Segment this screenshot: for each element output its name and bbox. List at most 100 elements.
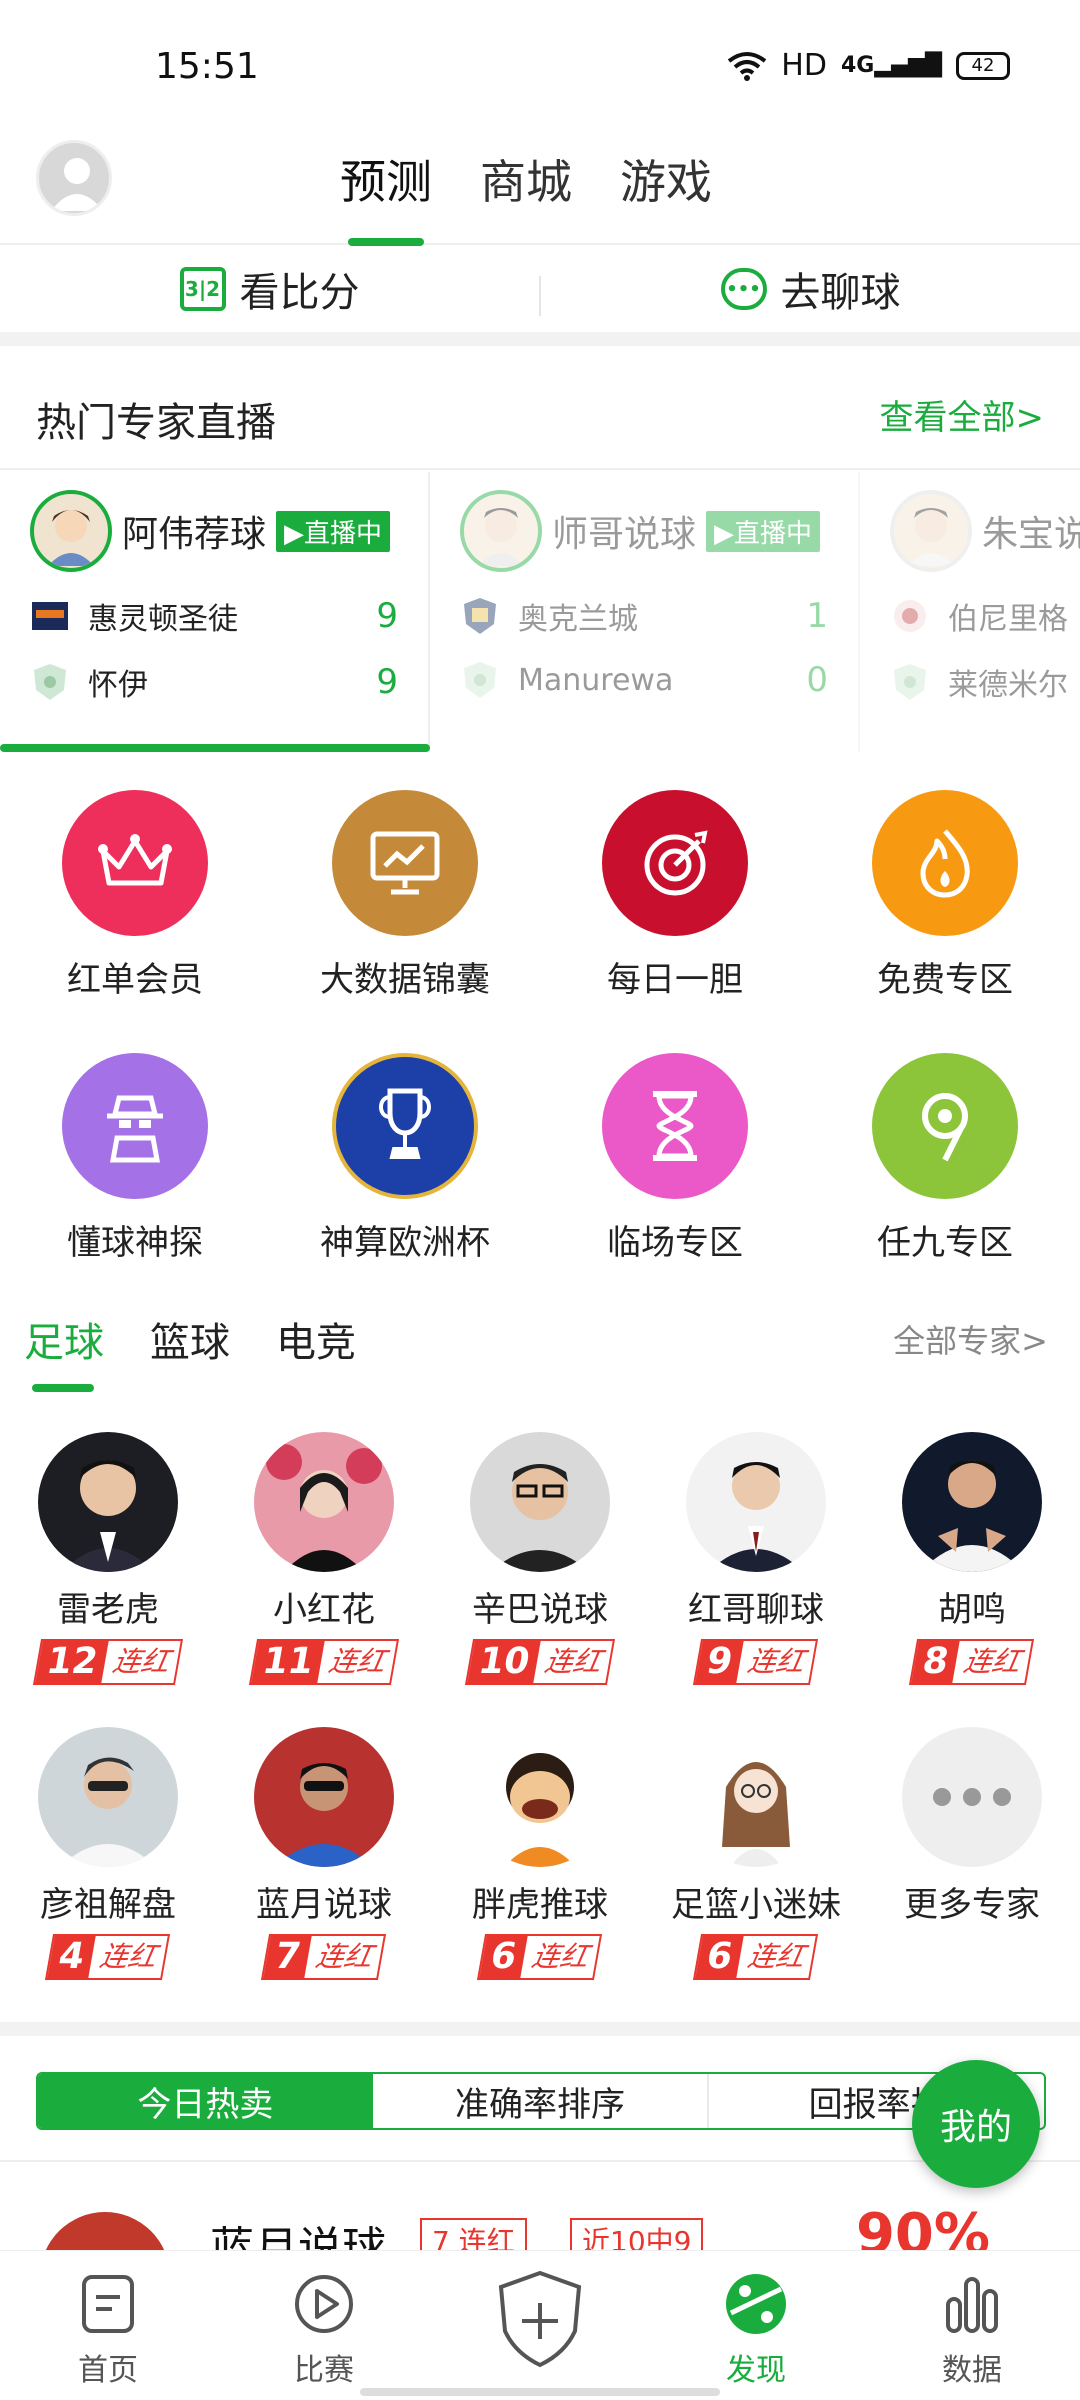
feature-red-member[interactable]: 红单会员 [0, 790, 270, 1001]
person-icon [51, 158, 103, 211]
more-experts-button[interactable]: 更多专家 [864, 1727, 1080, 1980]
top-tabs: 预测 商城 游戏 [340, 146, 712, 246]
feature-big-data[interactable]: 大数据锦囊 [270, 790, 540, 1001]
feature-daily[interactable]: 每日一胆 [540, 790, 810, 1001]
expert-avatar [254, 1727, 394, 1867]
expert-item[interactable]: 足篮小迷妹 6 连红 [648, 1727, 864, 1980]
team-name: 莱德米尔 [948, 668, 1068, 703]
expert-item[interactable]: 辛巴说球 10 连红 [432, 1432, 648, 1685]
expert-avatar [38, 1432, 178, 1572]
avatar [40, 2212, 170, 2250]
team-score: 9 [376, 662, 398, 702]
record-badge: 近10中9 [570, 2218, 704, 2250]
expert-item[interactable]: 胖虎推球 6 连红 [432, 1727, 648, 1980]
status-bar: 15:51 HD 4G▂▄▆█ 42 [0, 0, 1080, 130]
expert-name: 辛巴说球 [472, 1590, 608, 1630]
nav-discover[interactable]: 发现 [648, 2251, 864, 2400]
team-score: 0 [806, 660, 828, 700]
nine-icon [872, 1053, 1018, 1199]
quick-links: 3|2 看比分 ••• 去聊球 [0, 246, 1080, 346]
nav-center[interactable] [432, 2251, 648, 2400]
expert-item[interactable]: 胡鸣 8 连红 [864, 1432, 1080, 1685]
filter-hot-today[interactable]: 今日热卖 [38, 2074, 373, 2128]
status-time: 15:51 [155, 46, 259, 87]
feature-detective[interactable]: 懂球神探 [0, 1053, 270, 1264]
detective-icon [62, 1053, 208, 1199]
nav-matches[interactable]: 比赛 [216, 2251, 432, 2400]
my-floating-button[interactable]: 我的 [912, 2060, 1040, 2188]
expert-item[interactable]: 蓝月说球 7 连红 [216, 1727, 432, 1980]
see-all-link[interactable]: 查看全部> [880, 390, 1045, 439]
expert-name: 小红花 [273, 1590, 375, 1630]
nav-label: 发现 [726, 2353, 786, 2388]
expert-name: 师哥说球 [552, 514, 697, 555]
expert-name: 更多专家 [904, 1885, 1040, 1925]
crown-icon [62, 790, 208, 936]
live-section-header: 热门专家直播 查看全部> [0, 360, 1080, 470]
streak-badge: 11 连红 [248, 1639, 400, 1685]
top-header: 预测 商城 游戏 [0, 130, 1080, 246]
team-name: 怀伊 [88, 668, 148, 703]
scoreboard-icon: 3|2 [179, 267, 226, 311]
expert-grid: 雷老虎 12 连红 小红花 11 连红 辛巴说球 10 连红 红哥聊球 9 连红 胡鸣 … [0, 1432, 1080, 1980]
streak-badge: 7 连红 [420, 2218, 527, 2250]
tab-football[interactable]: 足球 [24, 1310, 104, 1368]
team-name: 伯尼里格 [948, 602, 1068, 637]
expert-name: 足篮小迷妹 [671, 1885, 841, 1925]
expert-avatar [470, 1432, 610, 1572]
feature-pick-nine[interactable]: 任九专区 [810, 1053, 1080, 1264]
ball-icon [721, 2269, 791, 2339]
play-icon [289, 2269, 359, 2339]
view-score-button[interactable]: 3|2 看比分 [0, 246, 539, 332]
shield-icon [890, 662, 930, 702]
tab-basketball[interactable]: 篮球 [150, 1310, 230, 1368]
feature-grid: 红单会员 大数据锦囊 每日一胆 免费专区 懂球神探 神算欧洲杯 临场专区 任九专… [0, 790, 1080, 1264]
feature-on-site[interactable]: 临场专区 [540, 1053, 810, 1264]
team-row: 伯尼里格 [890, 594, 1080, 638]
expert-avatar [890, 490, 972, 572]
tab-games[interactable]: 游戏 [620, 146, 712, 212]
feature-euro-cup[interactable]: 神算欧洲杯 [270, 1053, 540, 1264]
shield-plus-icon [495, 2269, 585, 2369]
live-card[interactable]: 朱宝说 伯尼里格 莱德米尔 [860, 472, 1080, 752]
expert-item[interactable]: 彦祖解盘 4 连红 [0, 1727, 216, 1980]
expert-name: 雷老虎 [57, 1590, 159, 1630]
expert-avatar [470, 1727, 610, 1867]
list-item[interactable]: 蓝月说球 7 连红 近10中9 90% [0, 2160, 1080, 2250]
streak-badge: 7 连红 [261, 1934, 387, 1980]
filter-accuracy[interactable]: 准确率排序 [373, 2074, 710, 2128]
shield-icon [460, 660, 500, 700]
all-experts-link[interactable]: 全部专家> [893, 1316, 1048, 1362]
feature-free[interactable]: 免费专区 [810, 790, 1080, 1001]
expert-name: 蓝月说球 [210, 2223, 386, 2250]
nav-home[interactable]: 首页 [0, 2251, 216, 2400]
tab-mall[interactable]: 商城 [480, 146, 572, 212]
tab-esports[interactable]: 电竞 [276, 1310, 356, 1368]
expert-item[interactable]: 小红花 11 连红 [216, 1432, 432, 1685]
document-icon [73, 2269, 143, 2339]
shield-icon [30, 662, 70, 702]
bottom-nav: 首页 比赛 发现 数据 [0, 2250, 1080, 2400]
live-card[interactable]: 师哥说球 ▶直播中 奥克兰城 1 Manurewa 0 [430, 472, 860, 752]
nav-data[interactable]: 数据 [864, 2251, 1080, 2400]
expert-item[interactable]: 雷老虎 12 连红 [0, 1432, 216, 1685]
team-name: 惠灵顿圣徒 [88, 602, 238, 637]
live-badge: ▶直播中 [706, 510, 821, 552]
live-card[interactable]: 阿伟荐球 ▶直播中 惠灵顿圣徒 9 怀伊 9 [0, 472, 430, 752]
section-divider [0, 2022, 1080, 2036]
expert-item[interactable]: 红哥聊球 9 连红 [648, 1432, 864, 1685]
expert-name: 红哥聊球 [688, 1590, 824, 1630]
team-row: 惠灵顿圣徒 9 [30, 594, 398, 638]
team-logo-icon [890, 596, 930, 636]
team-name: Manurewa [518, 662, 674, 698]
tab-predict[interactable]: 预测 [340, 146, 432, 246]
user-avatar[interactable] [36, 140, 112, 216]
more-icon [902, 1727, 1042, 1867]
expert-avatar [30, 490, 112, 572]
chat-button[interactable]: ••• 去聊球 [541, 246, 1080, 332]
bars-icon [937, 2269, 1007, 2339]
streak-badge: 8 连红 [909, 1639, 1035, 1685]
nav-label: 比赛 [294, 2353, 354, 2388]
feature-label: 免费专区 [877, 960, 1013, 1000]
target-icon [602, 790, 748, 936]
